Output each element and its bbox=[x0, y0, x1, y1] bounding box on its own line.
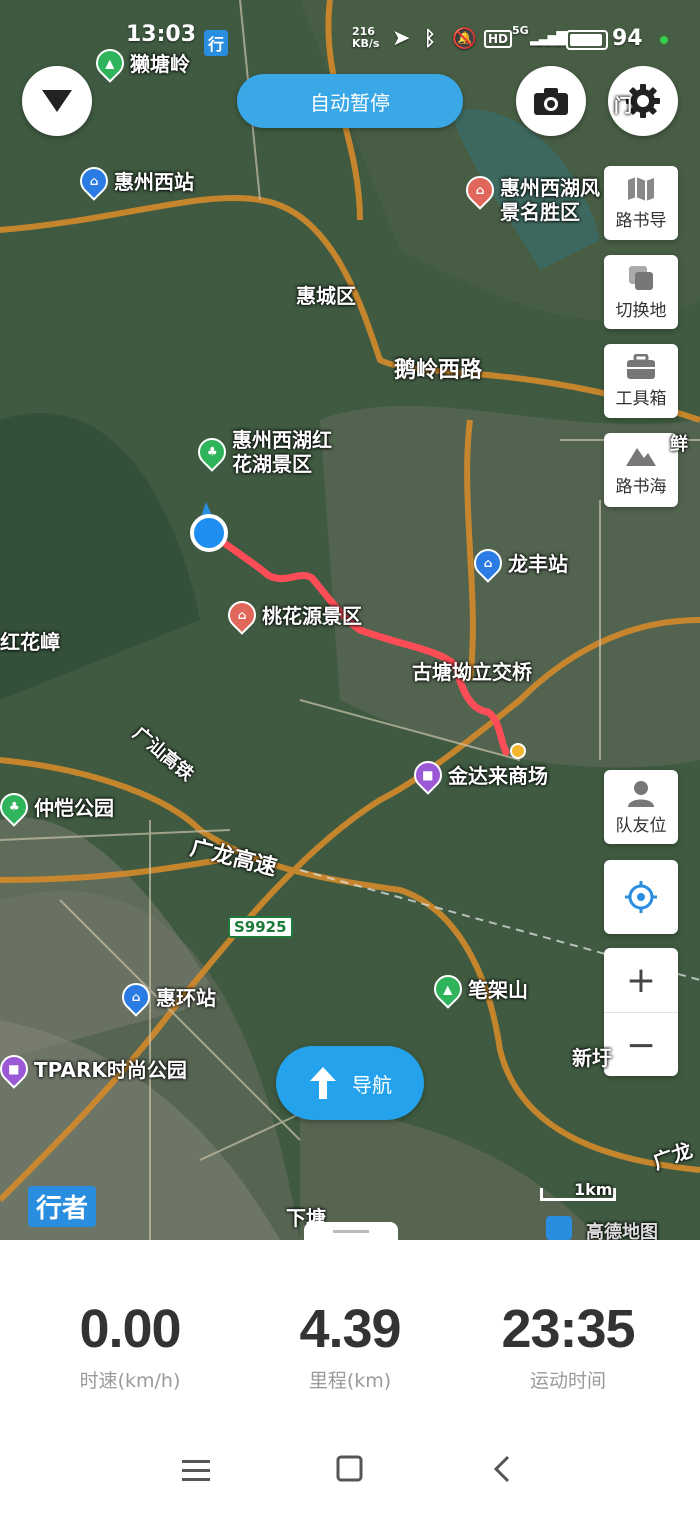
status-dot bbox=[660, 36, 668, 44]
place-label: 红花嶂 bbox=[0, 630, 60, 654]
turn-arrow-icon bbox=[310, 1067, 336, 1099]
layers-icon bbox=[629, 265, 653, 290]
hd-icon: HD bbox=[484, 30, 513, 48]
square-icon bbox=[336, 1455, 363, 1482]
toolbox-icon bbox=[627, 353, 655, 379]
duration-stat: 23:35 运动时间 bbox=[468, 1298, 668, 1393]
side-label: 工具箱 bbox=[615, 388, 667, 409]
speed-unit: 时速(km/h) bbox=[79, 1370, 181, 1392]
poi-label[interactable]: ⌂ 惠环站 bbox=[116, 976, 216, 1017]
poi-label[interactable]: ♣ 仲恺公园 bbox=[0, 786, 114, 827]
side-label: 队友位 bbox=[615, 815, 667, 836]
speed-value: 0.00 bbox=[79, 1299, 181, 1359]
menu-nav-button[interactable] bbox=[182, 1455, 210, 1490]
poi-label[interactable]: ♣ 惠州西湖红 花湖景区 bbox=[192, 428, 332, 476]
location-icon: ➤ bbox=[392, 26, 411, 51]
side-label: 切换地 bbox=[615, 300, 667, 321]
switch-map-button[interactable]: 切换地 bbox=[604, 255, 678, 329]
road-label: 鹅岭西路 bbox=[394, 358, 483, 383]
signal-icon: ▂▃▅▇ bbox=[530, 30, 567, 46]
toolbox-button[interactable]: 工具箱 bbox=[604, 344, 678, 418]
back-nav-button[interactable] bbox=[492, 1455, 512, 1491]
mountain-icon bbox=[626, 447, 656, 466]
amap-logo-icon bbox=[546, 1216, 572, 1240]
speed-stat: 0.00 时速(km/h) bbox=[30, 1298, 230, 1393]
side-label: 路书导 bbox=[615, 210, 667, 231]
scale-label: 1km bbox=[574, 1180, 613, 1199]
end-marker bbox=[510, 743, 526, 759]
duration-unit: 运动时间 bbox=[529, 1370, 606, 1392]
person-icon bbox=[628, 780, 654, 807]
duration-value: 23:35 bbox=[501, 1299, 635, 1359]
poi-label[interactable]: ■ 金达来商场 bbox=[408, 754, 548, 795]
auto-pause-button[interactable]: 自动暂停 bbox=[237, 74, 463, 128]
status-time: 13:03 bbox=[126, 22, 197, 47]
current-location-marker bbox=[190, 514, 228, 552]
net-speed: 216 KB/s bbox=[352, 25, 380, 50]
map-provider-logo: 高德地图 bbox=[586, 1222, 658, 1240]
map-view[interactable]: 13:03 行 216 KB/s ➤ ᛒ 🔕 HD 5G ▂▃▅▇ 94 自动暂… bbox=[0, 0, 700, 1240]
home-nav-button[interactable] bbox=[336, 1455, 364, 1491]
poi-label[interactable]: ⌂ 桃花源景区 bbox=[222, 594, 362, 635]
place-label: 新圩 bbox=[572, 1046, 612, 1070]
navigate-label: 导航 bbox=[352, 1072, 392, 1097]
teammate-location-button[interactable]: 队友位 bbox=[604, 770, 678, 844]
navigate-button[interactable]: 导航 bbox=[276, 1046, 424, 1120]
panel-handle[interactable] bbox=[304, 1222, 398, 1240]
mode-badge: 行者 bbox=[28, 1186, 97, 1227]
battery-icon bbox=[566, 30, 608, 50]
menu-icon bbox=[182, 1460, 210, 1481]
roadbook-guide-button[interactable]: 路书导 bbox=[604, 166, 678, 240]
poi-label[interactable]: ▲ 獭塘岭 bbox=[90, 42, 190, 83]
zoom-in-button[interactable]: + bbox=[604, 948, 678, 1012]
camera-icon bbox=[534, 88, 568, 115]
poi-label[interactable]: ▲ 笔架山 bbox=[428, 968, 528, 1009]
distance-unit: 里程(km) bbox=[308, 1370, 392, 1392]
distance-stat: 4.39 里程(km) bbox=[250, 1298, 450, 1393]
poi-label[interactable]: ⌂ 惠州西湖风 景名胜区 bbox=[460, 170, 600, 224]
locate-button[interactable] bbox=[604, 860, 678, 934]
back-icon bbox=[493, 1455, 510, 1483]
distance-value: 4.39 bbox=[299, 1299, 401, 1359]
place-label: 鲜 bbox=[670, 434, 688, 455]
zoom-control: + − bbox=[604, 948, 678, 1076]
poi-label[interactable]: ■ TPARK时尚公园 bbox=[0, 1048, 187, 1089]
bluetooth-icon: ᛒ bbox=[424, 26, 436, 50]
camera-button[interactable] bbox=[516, 66, 586, 136]
highway-shield: S9925 bbox=[228, 916, 293, 938]
collapse-button[interactable] bbox=[22, 66, 92, 136]
crosshair-icon bbox=[625, 881, 657, 913]
place-label: 古塘坳立交桥 bbox=[412, 660, 532, 684]
triangle-down-icon bbox=[42, 90, 72, 112]
poi-label[interactable]: ⌂ 惠州西站 bbox=[74, 160, 194, 201]
poi-label[interactable]: ⌂ 龙丰站 bbox=[468, 542, 568, 583]
network-label: 5G bbox=[512, 24, 529, 37]
mute-icon: 🔕 bbox=[452, 26, 477, 50]
map-icon bbox=[628, 176, 654, 201]
roadbook-sea-button[interactable]: 路书海 bbox=[604, 433, 678, 507]
district-label: 惠城区 bbox=[296, 284, 356, 308]
app-indicator: 行 bbox=[204, 30, 229, 56]
place-label: 门 bbox=[614, 96, 632, 117]
zoom-out-button[interactable]: − bbox=[604, 1012, 678, 1077]
battery-level: 94 bbox=[612, 26, 643, 51]
side-label: 路书海 bbox=[615, 476, 667, 497]
